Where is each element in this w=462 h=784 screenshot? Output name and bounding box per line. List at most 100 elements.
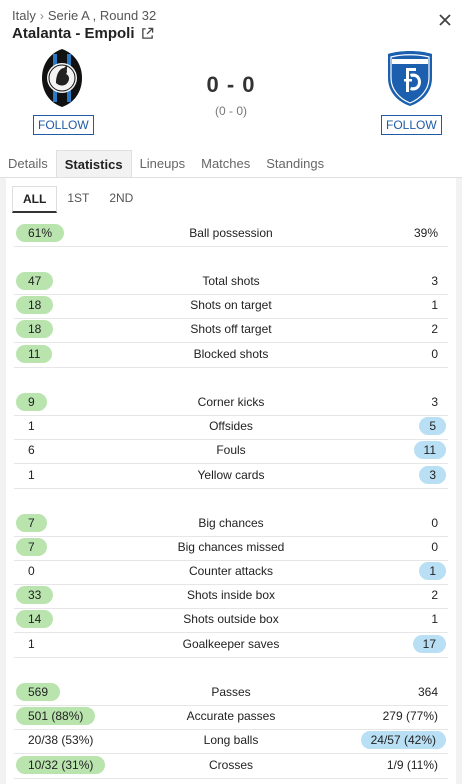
stat-home-value: 14: [16, 610, 54, 628]
stat-row: Corner kicks 9 3: [14, 391, 448, 416]
stat-row: Crosses 10/32 (31%) 1/9 (11%): [14, 754, 448, 779]
stat-divider: [14, 657, 448, 658]
score: 0 - 0: [206, 72, 256, 97]
match-header: Italy › Serie A , Round 32 Atalanta - Empo…: [0, 0, 462, 143]
stat-home-value: 18: [16, 320, 54, 338]
stat-row: Passes 569 364: [14, 681, 448, 706]
stat-label: Counter attacks: [188, 564, 274, 578]
stat-row: Shots on target 18 1: [14, 294, 448, 319]
tab-lineups[interactable]: Lineups: [132, 150, 194, 178]
stat-label: Shots off target: [190, 322, 272, 336]
stat-home-value: 33: [16, 586, 54, 604]
stat-row: Goalkeeper saves 1 17: [14, 633, 448, 658]
stat-row: Accurate passes 501 (88%) 279 (77%): [14, 705, 448, 730]
stat-row: Total shots 47 3: [14, 270, 448, 295]
statistics-card: ALL 1ST 2ND Ball possession 61% 39% Total s…: [6, 178, 456, 784]
stat-home-value: 7: [16, 514, 47, 532]
stat-away-value: 364: [417, 685, 438, 699]
stat-away-value: 17: [412, 635, 446, 653]
stat-row: Offsides 1 5: [14, 415, 448, 440]
match-title-text: Atalanta - Empoli: [12, 25, 135, 42]
stat-divider: [14, 778, 448, 779]
stat-away-value: 1/9 (11%): [386, 758, 438, 772]
stat-divider: [14, 488, 448, 489]
match-title: Atalanta - Empoli: [12, 25, 154, 42]
stat-divider: [14, 367, 448, 368]
breadcrumb: Italy › Serie A , Round 32: [12, 8, 156, 23]
stat-label: Ball possession: [189, 226, 273, 240]
stat-row: Ball possession 61% 39%: [14, 222, 448, 247]
stat-label: Goalkeeper saves: [182, 637, 280, 651]
stat-away-value: 1: [431, 298, 438, 312]
stat-away-value: 2: [431, 588, 438, 602]
breadcrumb-country[interactable]: Italy: [12, 8, 36, 23]
period-tabs: ALL 1ST 2ND: [12, 186, 143, 213]
stat-row: Blocked shots 11 0: [14, 343, 448, 368]
match-tabs: Details Statistics Lineups Matches Stand…: [0, 150, 462, 178]
tab-matches[interactable]: Matches: [193, 150, 258, 178]
stat-away-value: 39%: [413, 226, 438, 240]
stat-row: Fouls 6 11: [14, 439, 448, 464]
stat-away-value: 3: [431, 395, 438, 409]
stat-away-value: 0: [431, 540, 438, 554]
follow-home-button[interactable]: FOLLOW: [33, 115, 94, 135]
stat-row: Counter attacks 0 1: [14, 560, 448, 585]
stat-away-value: 1: [419, 562, 446, 580]
breadcrumb-competition[interactable]: Serie A , Round 32: [48, 8, 156, 23]
stat-away-value: 3: [419, 466, 446, 484]
stat-row: Shots off target 18 2: [14, 318, 448, 343]
tab-statistics[interactable]: Statistics: [55, 150, 132, 178]
stat-home-value: 20/38 (53%): [28, 733, 94, 747]
statistics-panel: ALL 1ST 2ND Ball possession 61% 39% Total s…: [0, 178, 462, 784]
stat-row: Big chances 7 0: [14, 512, 448, 537]
breadcrumb-separator: ›: [39, 9, 44, 23]
stat-home-value: 61%: [16, 224, 65, 242]
stat-away-value: 2: [431, 322, 438, 336]
stat-row: Big chances missed 7 0: [14, 536, 448, 561]
stat-home-value: 7: [16, 538, 47, 556]
follow-away-button[interactable]: FOLLOW: [381, 115, 442, 135]
stat-away-value: 5: [419, 417, 446, 435]
close-icon[interactable]: [436, 11, 454, 29]
stat-label: Passes: [211, 685, 251, 699]
stat-row: Long balls 20/38 (53%) 24/57 (42%): [14, 729, 448, 754]
stat-label: Shots on target: [190, 298, 272, 312]
external-link-icon[interactable]: [141, 27, 154, 40]
stat-label: Corner kicks: [197, 395, 265, 409]
stat-away-value: 11: [413, 441, 446, 459]
period-tab-all[interactable]: ALL: [12, 186, 58, 213]
stat-away-value: 3: [431, 274, 438, 288]
stat-row: Shots inside box 33 2: [14, 584, 448, 609]
stat-home-value: 6: [28, 443, 35, 457]
stat-away-value: 0: [431, 516, 438, 530]
stat-label: Offsides: [209, 419, 253, 433]
stat-home-value: 1: [28, 468, 35, 482]
stat-home-value: 18: [16, 296, 54, 314]
stat-row: Shots outside box 14 1: [14, 608, 448, 633]
stat-home-value: 11: [16, 345, 53, 363]
stat-label: Yellow cards: [197, 468, 265, 482]
stat-home-value: 569: [16, 683, 61, 701]
stat-label: Shots outside box: [183, 612, 279, 626]
tab-standings[interactable]: Standings: [258, 150, 332, 178]
stat-away-value: 1: [431, 612, 438, 626]
stat-away-value: 0: [431, 347, 438, 361]
stat-home-value: 10/32 (31%): [16, 756, 106, 774]
stat-label: Blocked shots: [193, 347, 269, 361]
period-tab-1st[interactable]: 1ST: [57, 186, 99, 213]
stat-home-value: 47: [16, 272, 54, 290]
stat-home-value: 0: [28, 564, 35, 578]
stat-away-value: 279 (77%): [382, 709, 438, 723]
stat-away-value: 24/57 (42%): [360, 731, 446, 749]
stat-label: Fouls: [216, 443, 246, 457]
stat-label: Big chances: [198, 516, 264, 530]
stat-row: Yellow cards 1 3: [14, 464, 448, 489]
stat-home-value: 1: [28, 419, 35, 433]
stat-home-value: 9: [16, 393, 47, 411]
period-tab-2nd[interactable]: 2ND: [99, 186, 143, 213]
stat-label: Shots inside box: [186, 588, 276, 602]
stat-divider: [14, 246, 448, 247]
stat-label: Total shots: [202, 274, 260, 288]
stat-label: Big chances missed: [177, 540, 285, 554]
tab-details[interactable]: Details: [0, 150, 56, 178]
